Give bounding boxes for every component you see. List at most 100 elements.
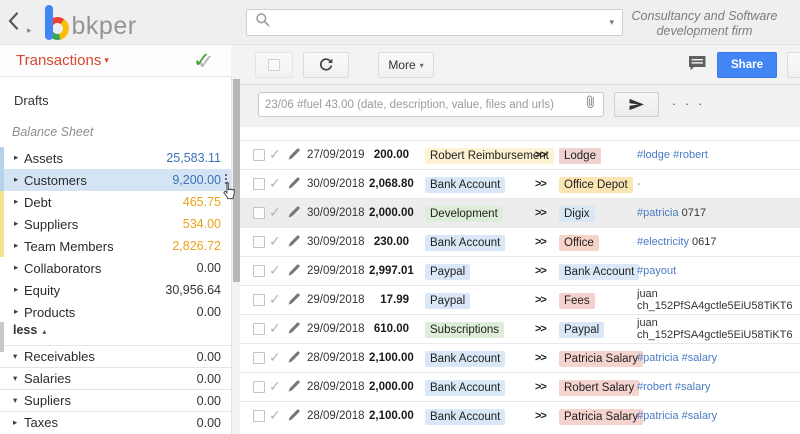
sidebar-group-row[interactable]: ▾ Supliers 0.00 xyxy=(0,389,231,411)
hashtag-link[interactable]: #lodge #robert xyxy=(637,149,708,161)
chat-icon[interactable] xyxy=(688,55,707,77)
back-chevron-icon[interactable] xyxy=(6,11,26,33)
search-input[interactable] xyxy=(271,15,602,30)
account-expand-arrow-icon[interactable]: ▸ xyxy=(14,307,24,317)
row-check-icon[interactable]: ✓ xyxy=(269,147,287,163)
row-checkbox[interactable] xyxy=(253,178,265,190)
to-account-chip[interactable]: Paypal xyxy=(559,322,605,338)
to-account-chip[interactable]: Digix xyxy=(559,206,595,222)
account-expand-arrow-icon[interactable]: ▸ xyxy=(14,219,24,229)
hashtag-link[interactable]: #patricia #salary xyxy=(637,352,717,364)
hashtag-link[interactable]: #patricia xyxy=(637,207,679,219)
account-menu-dots-icon[interactable] xyxy=(222,172,230,186)
from-account-chip[interactable]: Bank Account xyxy=(425,235,506,251)
sidebar-collapse-arrow-icon[interactable]: ▸ xyxy=(27,26,32,36)
refresh-button[interactable] xyxy=(303,52,349,78)
hashtag-link[interactable]: #robert #salary xyxy=(637,381,710,393)
sidebar-account-row[interactable]: ▸ Debt 465.75 xyxy=(0,191,231,213)
from-account-chip[interactable]: Bank Account xyxy=(425,177,506,193)
row-check-icon[interactable]: ✓ xyxy=(269,379,287,395)
from-account-chip[interactable]: Bank Account xyxy=(425,380,506,396)
to-account-chip[interactable]: Fees xyxy=(559,293,595,309)
from-account-chip[interactable]: Subscriptions xyxy=(425,322,505,338)
row-check-icon[interactable]: ✓ xyxy=(269,234,287,250)
new-transaction-field[interactable] xyxy=(258,92,604,117)
row-checkbox[interactable] xyxy=(253,294,265,306)
from-account-chip[interactable]: Development xyxy=(425,206,503,222)
attachment-paperclip-icon[interactable] xyxy=(583,93,599,116)
composer-overflow-dots[interactable]: . . . xyxy=(672,93,705,108)
sidebar-account-row[interactable]: ▸ Products 0.00 xyxy=(0,301,231,323)
row-checkbox[interactable] xyxy=(253,410,265,422)
verified-checks-icon[interactable]: ✓ ✓ xyxy=(191,47,217,74)
transaction-row[interactable]: ✓ 30/09/2018 2,068.80 Bank Account >> Of… xyxy=(240,169,800,198)
partial-button-right-edge[interactable] xyxy=(787,52,800,78)
row-check-icon[interactable]: ✓ xyxy=(269,263,287,279)
edit-pencil-icon[interactable] xyxy=(287,377,307,398)
sidebar-account-row[interactable]: ▸ Equity 30,956.64 xyxy=(0,279,231,301)
bkper-logo[interactable]: ▸ bkper xyxy=(27,2,137,44)
sidebar-account-row[interactable]: ▸ Assets 25,583.11 xyxy=(0,147,231,169)
from-account-chip[interactable]: Paypal xyxy=(425,293,471,309)
transaction-row[interactable]: ✓ 29/09/2018 17.99 Paypal >> Fees juan ch… xyxy=(240,285,800,314)
sidebar-group-row[interactable]: ▾ Salaries 0.00 xyxy=(0,367,231,389)
to-account-chip[interactable]: Patricia Salary xyxy=(559,351,644,367)
less-toggle[interactable]: less ▴ xyxy=(0,323,231,343)
edit-pencil-icon[interactable] xyxy=(287,174,307,195)
account-expand-arrow-icon[interactable]: ▸ xyxy=(14,197,24,207)
row-check-icon[interactable]: ✓ xyxy=(269,321,287,337)
sidebar-account-row[interactable]: ▸ Team Members 2,826.72 xyxy=(0,235,231,257)
from-account-chip[interactable]: Paypal xyxy=(425,264,471,280)
from-account-chip[interactable]: Bank Account xyxy=(425,351,506,367)
to-account-chip[interactable]: Bank Account xyxy=(559,264,640,280)
hashtag-link[interactable]: #electricity xyxy=(637,236,689,248)
row-check-icon[interactable]: ✓ xyxy=(269,205,287,221)
send-transaction-button[interactable] xyxy=(614,92,659,117)
sidebar-scrollbar-track[interactable] xyxy=(231,77,240,434)
edit-pencil-icon[interactable] xyxy=(287,319,307,340)
row-checkbox[interactable] xyxy=(253,323,265,335)
transaction-row[interactable]: ✓ 30/09/2018 2,000.00 Development >> Dig… xyxy=(240,198,800,227)
transaction-row[interactable]: ✓ 28/09/2018 2,100.00 Bank Account >> Pa… xyxy=(240,401,800,430)
transaction-row[interactable]: ✓ 30/09/2018 230.00 Bank Account >> Offi… xyxy=(240,227,800,256)
sidebar-item-drafts[interactable]: Drafts xyxy=(0,90,231,111)
transactions-view-selector[interactable]: Transactions ▾ xyxy=(16,52,109,69)
sidebar-scrollbar-thumb[interactable] xyxy=(233,79,240,282)
group-expand-arrow-icon[interactable]: ▾ xyxy=(13,352,24,362)
sidebar-account-row[interactable]: ▸ Suppliers 534.00 xyxy=(0,213,231,235)
to-account-chip[interactable]: Robert Salary xyxy=(559,380,640,396)
row-check-icon[interactable]: ✓ xyxy=(269,408,287,424)
row-checkbox[interactable] xyxy=(253,352,265,364)
to-account-chip[interactable]: Office xyxy=(559,235,599,251)
sidebar-group-row[interactable]: ▾ Receivables 0.00 xyxy=(0,345,231,367)
share-button[interactable]: Share xyxy=(717,52,777,78)
row-check-icon[interactable]: ✓ xyxy=(269,350,287,366)
search-box[interactable]: ▾ xyxy=(246,9,623,36)
row-checkbox[interactable] xyxy=(253,236,265,248)
row-check-icon[interactable]: ✓ xyxy=(269,292,287,308)
edit-pencil-icon[interactable] xyxy=(287,406,307,427)
edit-pencil-icon[interactable] xyxy=(287,348,307,369)
sidebar-group-row[interactable]: ▸ Taxes 0.00 xyxy=(0,411,231,433)
sidebar-account-row[interactable]: ▸ Collaborators 0.00 xyxy=(0,257,231,279)
transaction-row[interactable]: ✓ 28/09/2018 2,100.00 Bank Account >> Pa… xyxy=(240,343,800,372)
sidebar-scroll-indicator[interactable] xyxy=(0,322,4,352)
account-expand-arrow-icon[interactable]: ▸ xyxy=(14,285,24,295)
account-expand-arrow-icon[interactable]: ▸ xyxy=(14,241,24,251)
account-expand-arrow-icon[interactable]: ▸ xyxy=(14,263,24,273)
to-account-chip[interactable]: Patricia Salary xyxy=(559,409,644,425)
to-account-chip[interactable]: Lodge xyxy=(559,148,601,164)
new-transaction-input[interactable] xyxy=(259,98,583,111)
transaction-row[interactable]: ✓ 29/09/2018 2,997.01 Paypal >> Bank Acc… xyxy=(240,256,800,285)
transaction-row[interactable]: ✓ 28/09/2018 2,000.00 Bank Account >> Ro… xyxy=(240,372,800,401)
hashtag-link[interactable]: #payout xyxy=(637,265,676,277)
edit-pencil-icon[interactable] xyxy=(287,290,307,311)
edit-pencil-icon[interactable] xyxy=(287,203,307,224)
row-checkbox[interactable] xyxy=(253,265,265,277)
group-expand-arrow-icon[interactable]: ▸ xyxy=(13,418,24,428)
account-expand-arrow-icon[interactable]: ▸ xyxy=(14,153,24,163)
select-all-checkbox-button[interactable] xyxy=(255,52,293,78)
row-check-icon[interactable]: ✓ xyxy=(269,176,287,192)
edit-pencil-icon[interactable] xyxy=(287,145,307,166)
edit-pencil-icon[interactable] xyxy=(287,232,307,253)
